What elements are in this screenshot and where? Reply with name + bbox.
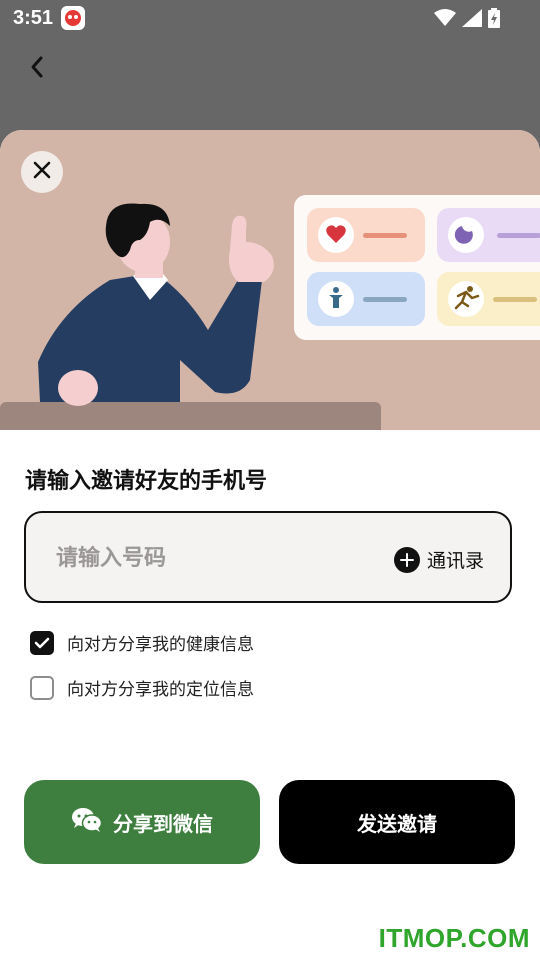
phone-input-box: 通讯录	[24, 511, 512, 603]
hero-illustration	[0, 130, 540, 430]
status-time: 3:51	[13, 7, 54, 29]
invite-sheet: 请输入邀请好友的手机号 通讯录 向对方分享我的健康信息 向对方分享我的定位信息 …	[0, 130, 540, 960]
person-pointing-illustration	[0, 195, 540, 430]
app-notification-icon	[61, 6, 85, 30]
contacts-button[interactable]: 通讯录	[393, 546, 484, 573]
phone-input[interactable]	[54, 537, 358, 579]
back-button[interactable]	[22, 54, 52, 84]
share-health-option[interactable]: 向对方分享我的健康信息	[30, 630, 254, 655]
wechat-icon	[71, 807, 103, 838]
status-bar: 3:51	[0, 0, 540, 36]
battery-charging-icon	[488, 8, 500, 33]
check-icon	[34, 637, 50, 648]
signal-icon	[462, 9, 482, 32]
share-location-option[interactable]: 向对方分享我的定位信息	[30, 675, 254, 700]
close-icon	[32, 160, 52, 184]
contacts-label: 通讯录	[426, 550, 484, 572]
share-wechat-button[interactable]: 分享到微信	[24, 780, 260, 864]
share-health-checkbox[interactable]	[30, 630, 54, 655]
wifi-icon	[434, 9, 456, 32]
close-button[interactable]	[21, 151, 63, 193]
share-location-label: 向对方分享我的定位信息	[67, 680, 254, 700]
share-location-checkbox[interactable]	[30, 675, 54, 700]
send-invite-label: 发送邀请	[357, 811, 437, 836]
chevron-left-icon	[29, 55, 45, 83]
sheet-title: 请输入邀请好友的手机号	[25, 469, 268, 494]
send-invite-button[interactable]: 发送邀请	[279, 780, 515, 864]
share-health-label: 向对方分享我的健康信息	[67, 635, 254, 655]
share-wechat-label: 分享到微信	[113, 811, 213, 836]
watermark: ITMOP.COM	[378, 923, 530, 953]
add-circle-icon	[393, 546, 420, 573]
status-icons	[434, 8, 500, 33]
